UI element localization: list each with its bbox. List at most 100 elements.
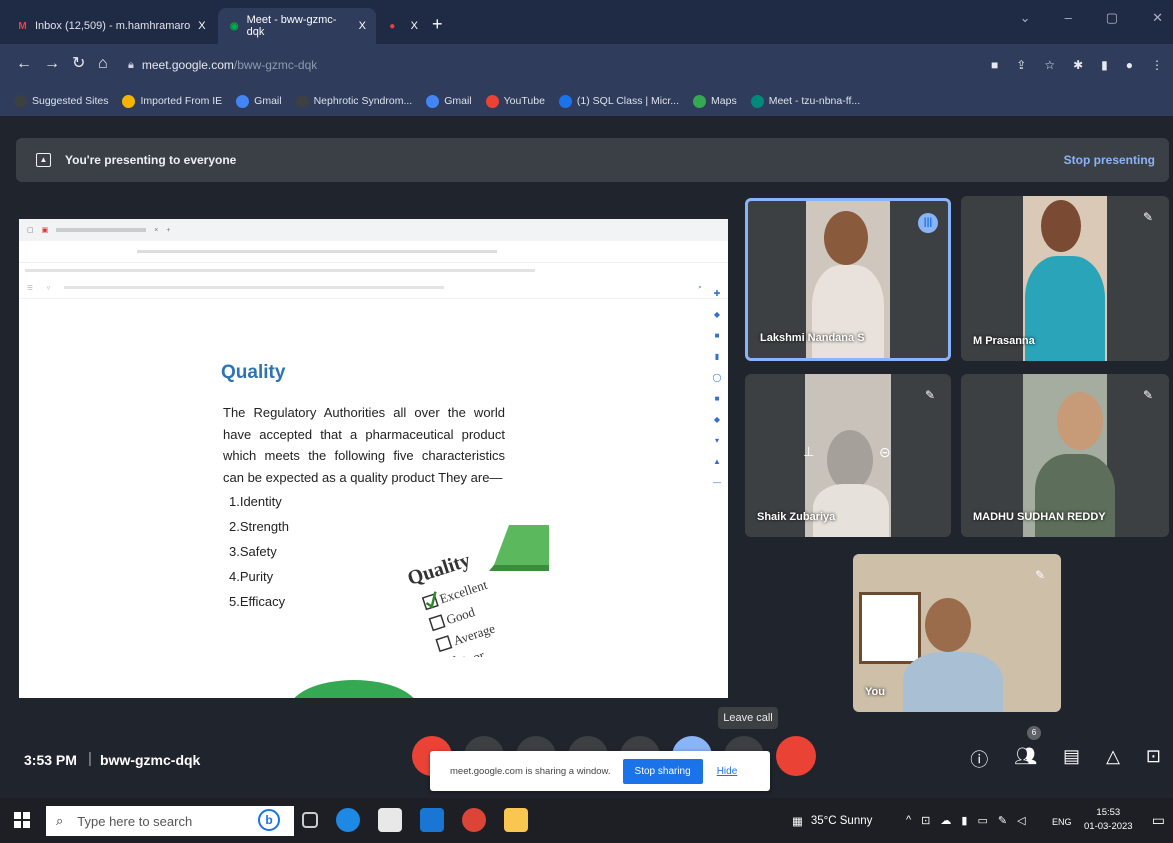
list-item: 2.Strength [229,519,289,534]
reload-icon[interactable]: ↻ [72,56,85,72]
bookmark-icon [236,94,250,108]
url-path: /bww-gzmc-dqk [233,58,318,72]
tab-meet[interactable]: ◉ Meet - bww-gzmc-dqk X [218,8,376,44]
participant-tile[interactable]: ||| Lakshmi Nandana S [745,198,951,361]
document-heading: Quality [221,362,286,383]
camera-icon[interactable]: ■ [991,58,998,72]
hide-link[interactable]: Hide [717,766,738,777]
taskbar-search-input[interactable]: ⌕ Type here to search [46,806,294,836]
person-head [925,598,971,652]
chevron-up-icon[interactable]: ^ [906,814,911,827]
bookmark-label: Gmail [254,95,282,107]
weather-widget[interactable]: ▦ 35°C Sunny [792,814,872,828]
bookmark-item[interactable]: Suggested Sites [14,94,108,108]
maximize-icon[interactable]: ▢ [1106,10,1118,26]
address-bar-row: ← → ↻ ⌂ 🔒︎ meet.google.com /bww-gzmc-dqk… [0,44,1173,86]
close-window-icon[interactable]: ✕ [1152,10,1163,26]
leave-call-button[interactable] [776,736,816,776]
mail-icon[interactable] [420,808,444,832]
task-view-icon[interactable] [302,812,318,828]
sidebar-icon[interactable]: ▮ [1101,58,1108,72]
shared-address-bar [19,241,728,263]
bookmark-item[interactable]: Maps [693,94,737,108]
chat-icon[interactable]: ▤ [1063,746,1080,772]
news-icon: ▦ [792,816,803,828]
share-icon[interactable]: ⇪ [1016,58,1026,72]
participant-count-badge: 6 [1027,726,1041,740]
shared-side-panel: ✚ ◆ ■ ▮ ◯ ■ ◆ ▾ ▲ — [706,285,728,698]
system-clock[interactable]: 15:53 01-03-2023 [1084,806,1133,834]
system-tray: ^ ⊡ ☁ ▮ ▭ ✎ ◁ [906,814,1026,827]
host-controls-icon[interactable]: ⊡ [1146,746,1161,772]
shared-zoom-icon: ⌕ [698,283,702,291]
menu-icon[interactable]: ⋮ [1151,58,1163,72]
side-icon: ■ [714,331,720,340]
url-host: meet.google.com [141,58,234,72]
new-tab-button[interactable]: + [432,14,443,35]
meet-stage: ▲ You're presenting to everyone Stop pre… [0,116,1173,798]
participant-tile[interactable]: ✎ ⊥ ⊝ Shaik Zubariya [745,374,951,537]
star-icon[interactable]: ☆ [1044,58,1055,72]
cortana-icon[interactable]: b [258,809,280,831]
edge-icon[interactable] [336,808,360,832]
remove-icon[interactable]: ⊝ [879,444,891,461]
back-icon[interactable]: ← [16,56,32,72]
tab-inbox[interactable]: M Inbox (12,509) - m.hamhramaro X [6,8,216,44]
minimize-icon[interactable]: – [1065,10,1072,26]
forward-icon[interactable]: → [44,56,60,72]
person-body [903,652,1003,712]
bookmark-icon [295,94,309,108]
mic-tray-icon[interactable]: ▮ [961,814,967,827]
language-indicator[interactable]: ENG [1052,817,1072,827]
bookmark-label: YouTube [503,95,545,107]
participant-tile[interactable]: ✎ M Prasanna [961,196,1169,361]
tab-recording[interactable]: ● X [378,8,428,44]
notification-icon[interactable]: ▭ [1152,812,1165,829]
network-icon[interactable]: ▭ [977,814,987,827]
browser-tab-bar: M Inbox (12,509) - m.hamhramaro X ◉ Meet… [0,0,1173,44]
activities-icon[interactable]: △ [1106,746,1120,772]
shared-toolbar-placeholder [64,286,445,289]
file-explorer-icon[interactable] [504,808,528,832]
volume-icon[interactable]: ◁ [1017,814,1025,827]
store-icon[interactable] [378,808,402,832]
profile-icon[interactable]: ● [1126,58,1133,72]
person-head [1041,200,1081,252]
clock-date: 01-03-2023 [1084,821,1133,832]
shared-newtab-icon: + [166,226,171,234]
bookmark-item[interactable]: Gmail [426,94,472,108]
bookmark-item[interactable]: Imported From IE [122,94,223,108]
puzzle-icon[interactable]: ✱ [1073,58,1083,72]
info-icon[interactable]: ⓘ [970,746,988,772]
tab-search-icon[interactable]: ⌄ [1020,10,1031,26]
stop-sharing-button[interactable]: Stop sharing [622,758,703,784]
bookmark-item[interactable]: (1) SQL Class | Micr... [558,94,679,108]
pinned-apps [302,808,528,832]
bookmark-item[interactable]: Gmail [236,94,282,108]
pin-icon[interactable]: ⊥ [803,444,814,460]
tray-app-icon[interactable]: ⊡ [921,814,930,827]
participant-tile[interactable]: ✎ MADHU SUDHAN REDDY [961,374,1169,537]
windows-start-icon[interactable] [14,812,30,828]
close-tab-icon[interactable]: X [198,20,205,32]
url-input[interactable]: 🔒︎ meet.google.com /bww-gzmc-dqk [128,52,968,78]
chrome-icon[interactable] [462,808,486,832]
meeting-separator: | [88,750,92,767]
pen-icon[interactable]: ✎ [998,814,1007,827]
people-icon[interactable]: 👥︎ [1014,746,1037,772]
close-tab-icon[interactable]: X [359,20,366,32]
bookmark-icon [122,94,136,108]
quality-checklist-image: Quality Excellent Good Average Poor [405,525,549,657]
stop-presenting-button[interactable]: Stop presenting [1064,153,1155,167]
bookmark-item[interactable]: YouTube [485,94,545,108]
bookmark-label: Imported From IE [140,95,223,107]
close-tab-icon[interactable]: X [411,20,418,32]
bookmark-item[interactable]: Meet - tzu-nbna-ff... [750,94,860,108]
extension-icons: ■ ⇪ ☆ ✱ ▮ ● ⋮ [991,58,1163,72]
home-icon[interactable]: ⌂ [98,56,108,72]
self-view-tile[interactable]: ✎ You [853,554,1061,712]
cloud-icon[interactable]: ☁ [940,814,951,827]
list-item: 3.Safety [229,544,277,559]
bookmark-icon [426,94,440,108]
bookmark-item[interactable]: Nephrotic Syndrom... [295,94,412,108]
